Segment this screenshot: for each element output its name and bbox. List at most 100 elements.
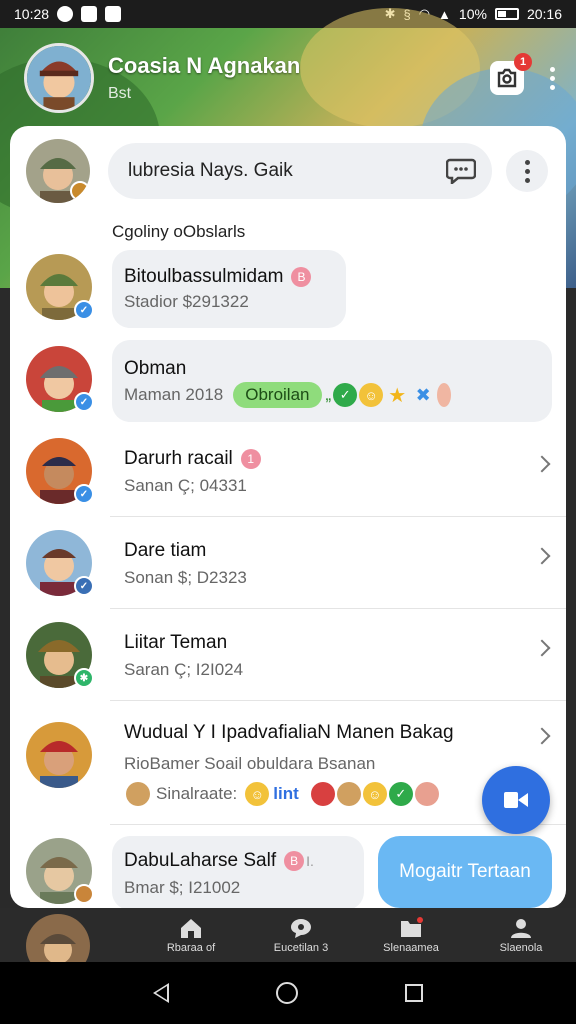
divider <box>110 516 566 517</box>
search-input[interactable] <box>128 160 444 182</box>
chat-meta: Stadior $291322 <box>124 292 249 311</box>
status-bar: 10:28 ✱ § ◠ ▲ 10% 20:16 <box>0 0 576 28</box>
status-dot <box>70 181 90 201</box>
back-icon[interactable] <box>153 983 170 1003</box>
sparkle-icon: ✖ <box>415 384 431 405</box>
camera-button[interactable]: 1 <box>490 53 532 95</box>
chat-name: DabuLaharse Salf <box>124 850 277 871</box>
unread-badge: B <box>291 266 312 287</box>
angry-face-icon <box>310 782 335 806</box>
reaction-trail: „ <box>325 385 332 404</box>
chat-name: Obman <box>124 358 187 379</box>
home-icon <box>181 918 201 938</box>
chat-name: Liitar Teman <box>124 632 228 653</box>
notification-icon <box>81 6 98 22</box>
chat-name: Bitoulbassulmidam <box>124 266 284 287</box>
chat-row[interactable]: ✱ Liitar Teman Saran Ç; I2I024 <box>10 614 566 702</box>
nav-item-files[interactable]: Slenaamea <box>356 908 466 962</box>
chat-meta: Saran Ç; I2I024 <box>124 660 244 679</box>
nav-label: Slaenola <box>499 941 543 954</box>
verified-icon: ✓ <box>74 300 94 320</box>
chat-meta: RioBamer Soail obuldara Bsanan <box>124 754 376 773</box>
sparkle-icon: ✱ <box>74 668 94 688</box>
divider <box>110 608 566 609</box>
battery-icon <box>494 8 519 20</box>
chat-meta-secondary: Sinalraate: <box>156 784 238 803</box>
verified-icon: ✓ <box>74 576 94 596</box>
chevron-right-icon[interactable] <box>533 639 551 657</box>
nav-profile-thumb[interactable] <box>0 908 136 978</box>
verified-icon: ✓ <box>74 484 94 504</box>
status-time: 10:28 <box>14 6 50 22</box>
chat-bubble <box>112 340 552 422</box>
notification-icon <box>105 6 122 22</box>
chat-row[interactable]: ✓ Dare tiam Sonan $; D2323 <box>10 522 566 610</box>
search-row <box>10 136 566 206</box>
chat-bubble <box>112 250 346 328</box>
cta-button[interactable]: Mogaitr Tertaan <box>378 836 552 908</box>
folder-icon <box>401 916 423 937</box>
bottom-nav: Rbaraa of Eucetilan 3 Slenaamea Slaenola <box>0 908 576 978</box>
chat-name: Wudual Y I IpadvafialiaN Manen Bakag <box>124 722 454 743</box>
home-button-icon[interactable] <box>275 982 298 1004</box>
unread-badge: B <box>284 850 305 871</box>
badge-suffix: Ι. <box>306 853 314 869</box>
chevron-right-icon[interactable] <box>533 727 551 745</box>
app-subtitle: Bst <box>108 85 132 102</box>
chat-bubble-icon <box>291 918 311 938</box>
recents-icon[interactable] <box>404 984 423 1002</box>
status-pill: Obroilan <box>233 382 322 408</box>
smile-icon: ☺ <box>245 782 270 806</box>
chat-meta: Sanan Ç; 04331 <box>124 476 247 495</box>
star-icon: ★ <box>388 384 407 407</box>
chat-meta: Sonan $; D2323 <box>124 568 247 587</box>
chat-bubble-icon[interactable] <box>444 154 478 188</box>
nav-label: Rbaraa of <box>166 941 216 954</box>
person-icon <box>511 918 531 938</box>
chat-name: Dare tiam <box>124 540 207 561</box>
search-menu-button[interactable] <box>506 150 548 192</box>
chat-name: Darurh racail <box>124 448 233 469</box>
nav-item-profile[interactable]: Slaenola <box>466 908 576 962</box>
chat-row[interactable]: ✓ Darurh racail 1 Sanan Ç; 04331 <box>10 430 566 518</box>
check-icon: ✓ <box>333 383 358 407</box>
nav-item-home[interactable]: Rbaraa of <box>136 908 246 962</box>
hand-icon <box>336 782 361 806</box>
chevron-right-icon[interactable] <box>533 547 551 565</box>
nav-label: Slenaamea <box>383 941 439 954</box>
nav-item-chats[interactable]: Eucetilan 3 <box>246 908 356 962</box>
my-avatar[interactable] <box>26 139 90 203</box>
video-icon <box>504 792 528 808</box>
chat-row[interactable]: ✓ Obman Maman 2018 Obroilan „ ✓ ☺ ★ ✖ <box>10 338 566 422</box>
status-clock-right: 20:16 <box>526 6 562 22</box>
smile-icon: ☺ <box>362 782 387 806</box>
smile-icon: ☺ <box>359 383 384 407</box>
contact-avatar <box>26 722 92 788</box>
camera-icon <box>497 68 517 88</box>
battery-percent: 10% <box>458 6 487 22</box>
chat-row[interactable]: ✓ Bitoulbassulmidam B Stadior $291322 <box>10 250 566 330</box>
hand-icon <box>437 383 452 407</box>
header-menu-button[interactable] <box>548 66 556 90</box>
chat-meta: Maman 2018 <box>124 385 224 404</box>
chevron-right-icon[interactable] <box>533 455 551 473</box>
chat-meta-tag: lint <box>273 784 299 803</box>
section-label: Cgoliny oObslarls <box>112 222 246 241</box>
hand-icon <box>414 782 439 806</box>
profile-avatar[interactable] <box>24 43 94 113</box>
search-field[interactable] <box>108 143 492 199</box>
app-bar: Coasia N Agnakan Bst 1 <box>0 36 576 120</box>
new-chat-fab[interactable] <box>482 766 550 834</box>
check-icon: ✓ <box>388 782 413 806</box>
hand-icon <box>126 782 150 806</box>
notification-icon <box>57 6 74 22</box>
system-nav-bar <box>0 962 576 1024</box>
camera-badge: 1 <box>514 53 532 71</box>
chat-meta: Bmar $; I21002 <box>124 878 241 897</box>
divider <box>110 700 566 701</box>
status-dot <box>74 884 94 904</box>
unread-badge: 1 <box>240 448 261 469</box>
nav-label: Eucetilan 3 <box>273 941 329 954</box>
app-title: Coasia N Agnakan <box>108 53 301 78</box>
verified-icon: ✓ <box>74 392 94 412</box>
